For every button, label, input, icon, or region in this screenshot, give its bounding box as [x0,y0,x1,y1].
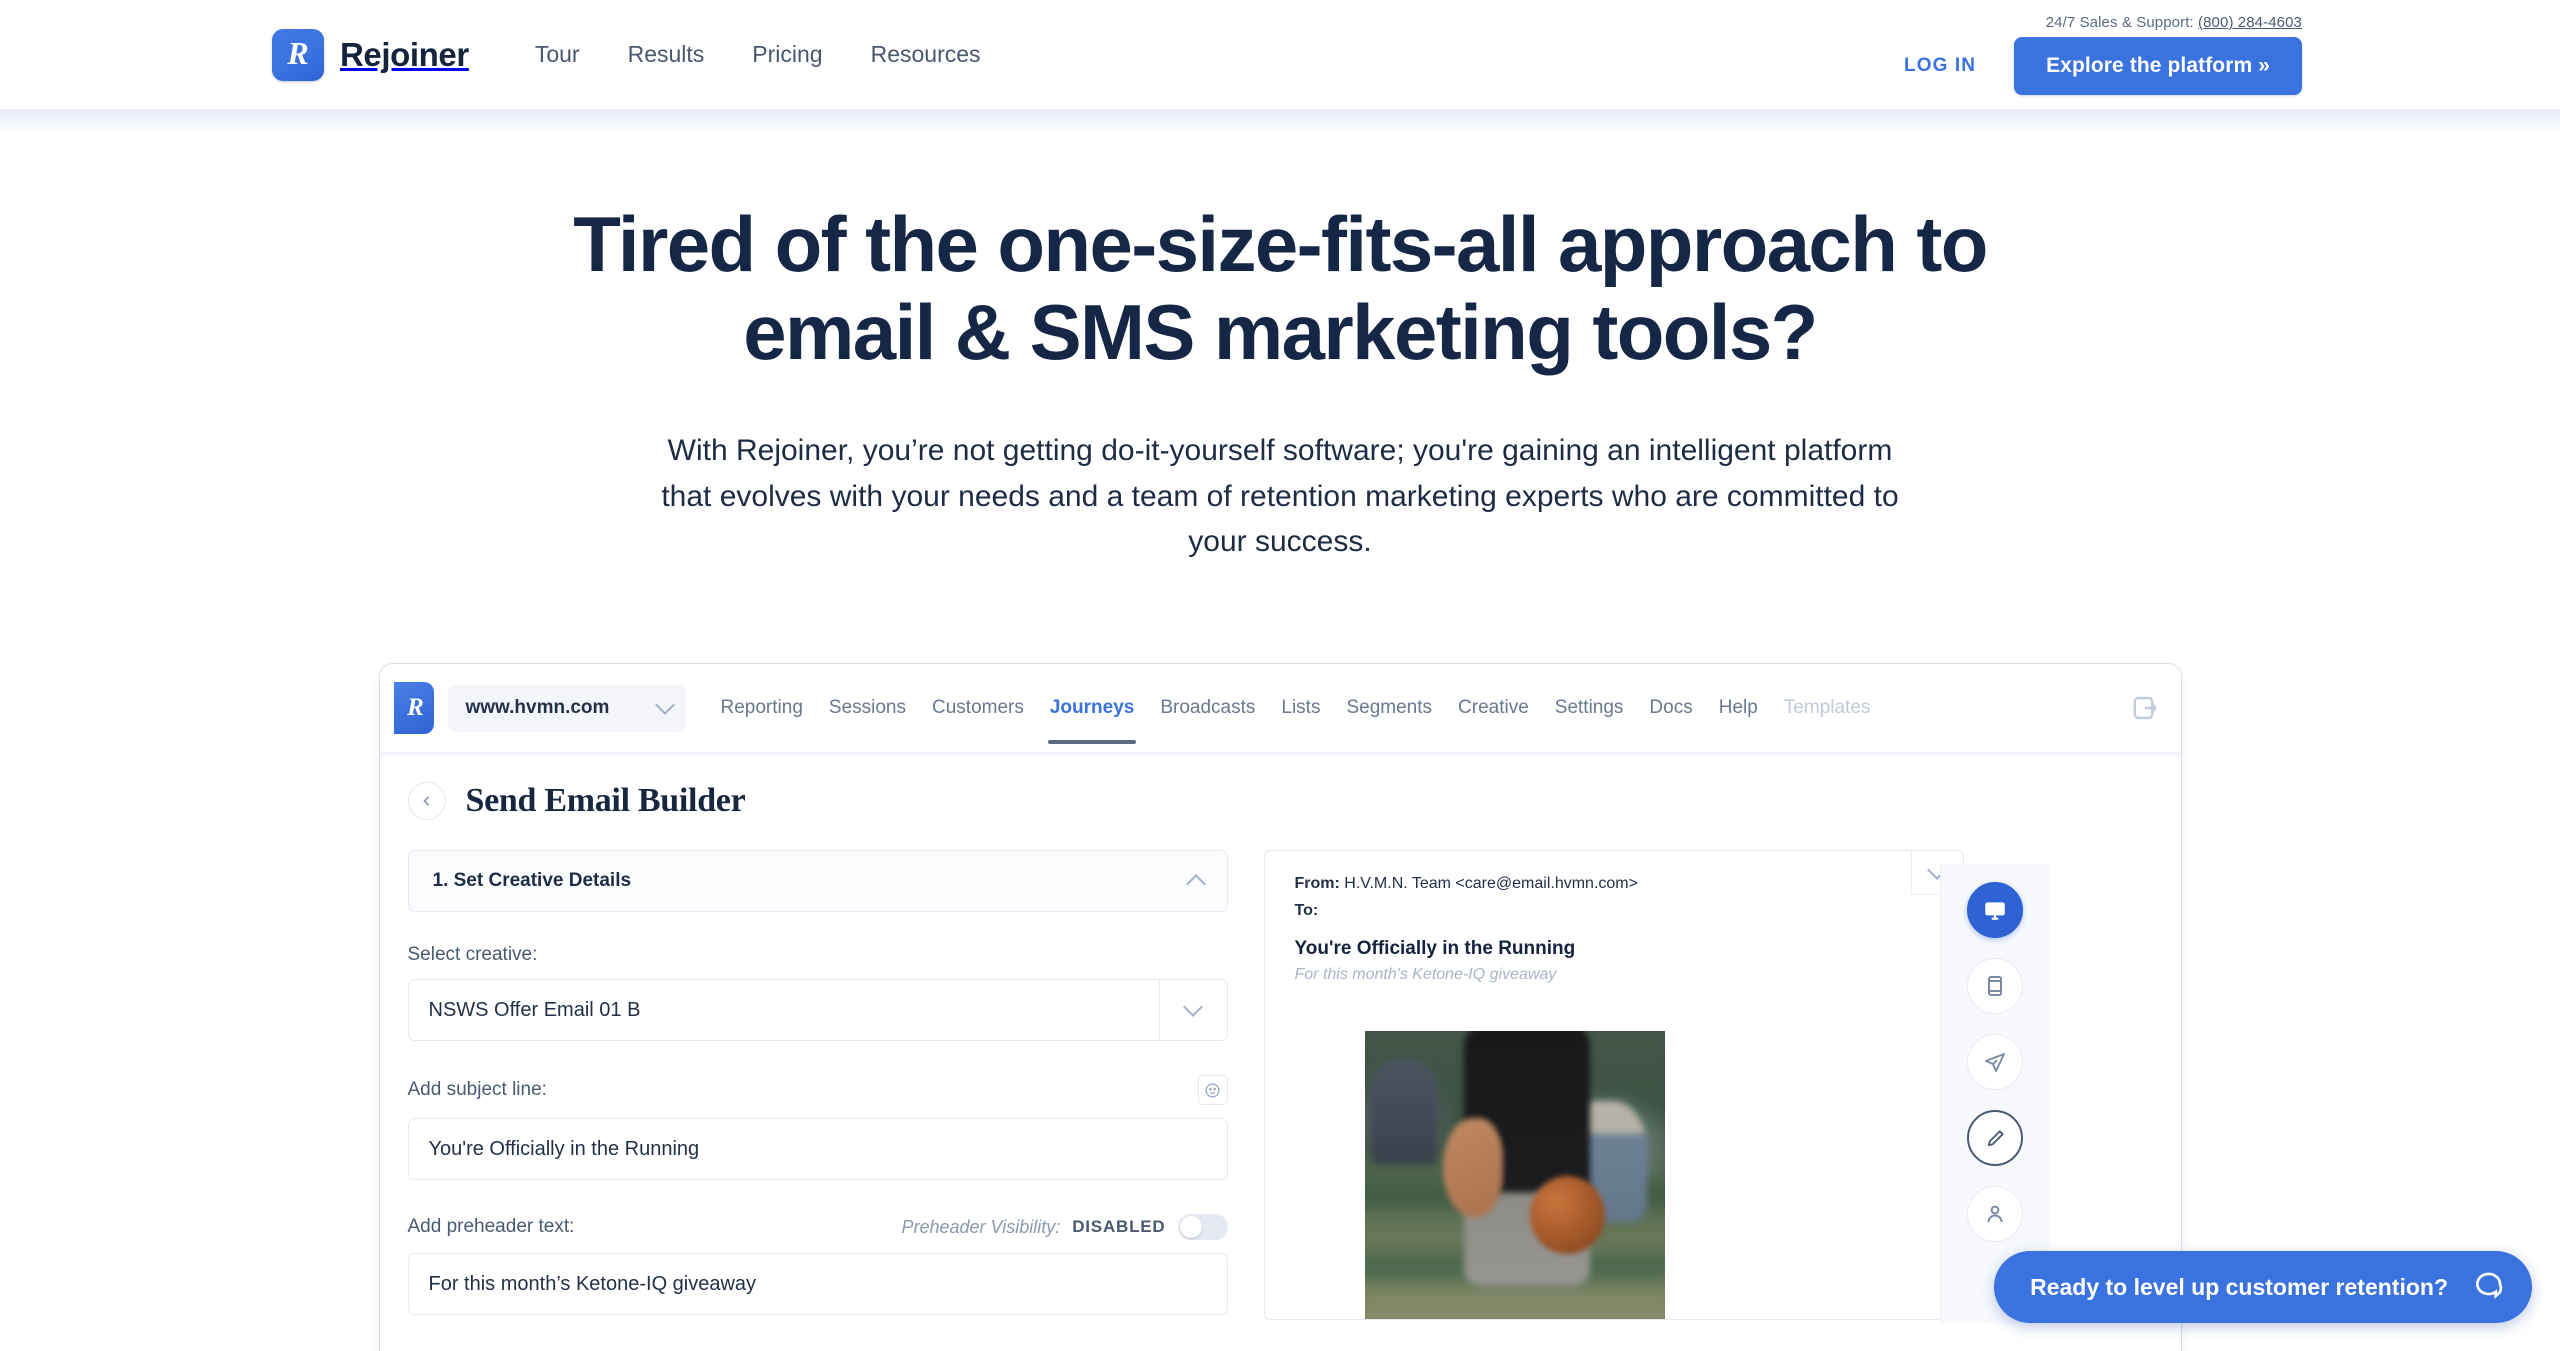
site-selector[interactable]: www.hvmn.com [447,684,686,732]
app-nav-segments[interactable]: Segments [1333,664,1445,752]
mobile-preview-icon[interactable] [1967,958,2023,1015]
builder-form-column: 1. Set Creative Details Select creative:… [407,850,1228,1349]
select-creative-value: NSWS Offer Email 01 B [428,998,641,1021]
app-window: R www.hvmn.com Reporting Sessions Custom… [378,663,2182,1351]
app-nav-docs[interactable]: Docs [1636,664,1705,752]
app-nav-lists[interactable]: Lists [1268,664,1333,752]
preview-from-label: From: [1294,875,1340,893]
login-link[interactable]: LOG IN [1894,47,1986,85]
chat-widget-label: Ready to level up customer retention? [2030,1273,2448,1300]
subject-line-tools [1197,1075,1228,1106]
preheader-input[interactable]: For this month’s Ketone-IQ giveaway [407,1253,1228,1316]
hero-section: Tired of the one-size-fits-all approach … [0,110,2560,565]
support-label: 24/7 Sales & Support: [2045,14,2194,31]
app-nav-reporting[interactable]: Reporting [708,664,816,752]
preheader-visibility-state: DISABLED [1072,1217,1166,1237]
back-arrow-icon[interactable] [407,782,446,821]
send-test-icon[interactable] [1967,1034,2023,1091]
dropdown-chevron-icon [1158,980,1227,1041]
app-body: Send Email Builder 1. Set Creative Detai… [379,756,2181,1350]
support-line: 24/7 Sales & Support: (800) 284-4603 [2046,14,2302,31]
preview-from-value: H.V.M.N. Team <care@email.hvmn.com> [1344,875,1638,893]
select-creative-dropdown[interactable]: NSWS Offer Email 01 B [407,979,1228,1042]
product-screenshot: R www.hvmn.com Reporting Sessions Custom… [378,663,2182,1351]
headline-line-1: Tired of the one-size-fits-all approach … [573,200,1988,288]
app-nav-creative[interactable]: Creative [1445,664,1542,752]
header-actions: LOG IN Explore the platform » [1894,37,2302,95]
app-topbar: R www.hvmn.com Reporting Sessions Custom… [379,664,2181,753]
brand-name: Rejoiner [340,35,469,73]
email-preview-header: From: H.V.M.N. Team <care@email.hvmn.com… [1265,851,1963,984]
preview-to-label: To: [1294,902,1319,920]
emoji-smiley-icon[interactable] [1197,1075,1228,1106]
preview-subject: You're Officially in the Running [1294,938,1576,960]
hero-subheadline: With Rejoiner, you’re not getting do-it-… [661,434,1899,559]
preview-from-row: From: H.V.M.N. Team <care@email.hvmn.com… [1295,875,1933,893]
app-nav-broadcasts[interactable]: Broadcasts [1147,664,1268,752]
rejoiner-logo-mark: R [272,28,324,81]
brand-logo[interactable]: R Rejoiner [272,28,469,81]
preview-preheader: For this month's Ketone-IQ giveaway [1294,966,1557,984]
preview-to-row: To: [1295,902,1933,920]
select-creative-label: Select creative: [408,944,1228,966]
chevron-down-icon [654,695,675,715]
desktop-preview-icon[interactable] [1967,882,2023,939]
preheader-visibility-toggle[interactable] [1177,1214,1228,1241]
page-title: Tired of the one-size-fits-all approach … [400,200,2160,376]
preheader-label: Add preheader text: Preheader Visibility… [407,1214,1228,1241]
subject-line-input[interactable]: You're Officially in the Running [407,1118,1228,1181]
email-preview-card: From: H.V.M.N. Team <care@email.hvmn.com… [1263,850,1964,1321]
app-logo-letter: R [407,694,424,722]
app-nav-journeys[interactable]: Journeys [1037,664,1147,752]
preheader-visibility-label: Preheader Visibility: [901,1216,1061,1237]
subject-line-label-text: Add subject line: [407,1079,547,1101]
accordion-label: 1. Set Creative Details [432,870,632,892]
app-nav-templates[interactable]: Templates [1771,664,1884,752]
chat-widget[interactable]: Ready to level up customer retention? [1994,1251,2532,1323]
nav-item-pricing[interactable]: Pricing [728,31,846,78]
edit-creative-icon[interactable] [1967,1110,2023,1167]
preheader-label-text: Add preheader text: [407,1216,575,1238]
app-nav-sessions[interactable]: Sessions [816,664,919,752]
logout-icon[interactable] [2131,693,2161,723]
site-selector-value: www.hvmn.com [465,697,610,719]
subject-line-label: Add subject line: [407,1075,1228,1106]
header-right-group: 24/7 Sales & Support: (800) 284-4603 LOG… [1894,14,2302,95]
personalization-icon[interactable] [1967,1186,2023,1243]
explore-platform-button[interactable]: Explore the platform » [2014,37,2302,95]
logo-letter: R [287,35,309,71]
app-nav-customers[interactable]: Customers [919,664,1037,752]
nav-item-resources[interactable]: Resources [847,31,1005,78]
app-nav-settings[interactable]: Settings [1542,664,1637,752]
builder-header: Send Email Builder [380,782,2181,821]
subject-line-value: You're Officially in the Running [428,1137,700,1160]
app-nav-help[interactable]: Help [1706,664,1771,752]
builder-title: Send Email Builder [465,782,746,820]
site-header: R Rejoiner Tour Results Pricing Resource… [0,0,2560,136]
builder-preview-column: From: H.V.M.N. Team <care@email.hvmn.com… [1263,850,1964,1349]
preheader-value: For this month’s Ketone-IQ giveaway [428,1272,757,1295]
select-creative-label-text: Select creative: [407,944,538,966]
nav-item-tour[interactable]: Tour [511,31,604,78]
accordion-set-creative-details[interactable]: 1. Set Creative Details [407,850,1228,913]
headline-line-2: email & SMS marketing tools? [743,288,1818,377]
primary-nav: Tour Results Pricing Resources [511,31,1005,78]
app-nav: Reporting Sessions Customers Journeys Br… [708,664,1884,752]
email-hero-photo [1364,1031,1665,1320]
chevron-up-icon [1185,873,1206,894]
app-logo-mark: R [393,682,434,735]
support-phone-link[interactable]: (800) 284-4603 [2198,14,2302,31]
builder-columns: 1. Set Creative Details Select creative:… [380,850,2181,1349]
nav-item-results[interactable]: Results [604,31,729,78]
preheader-visibility-group: Preheader Visibility: DISABLED [901,1214,1228,1241]
chat-bubble-icon [2472,1268,2504,1306]
